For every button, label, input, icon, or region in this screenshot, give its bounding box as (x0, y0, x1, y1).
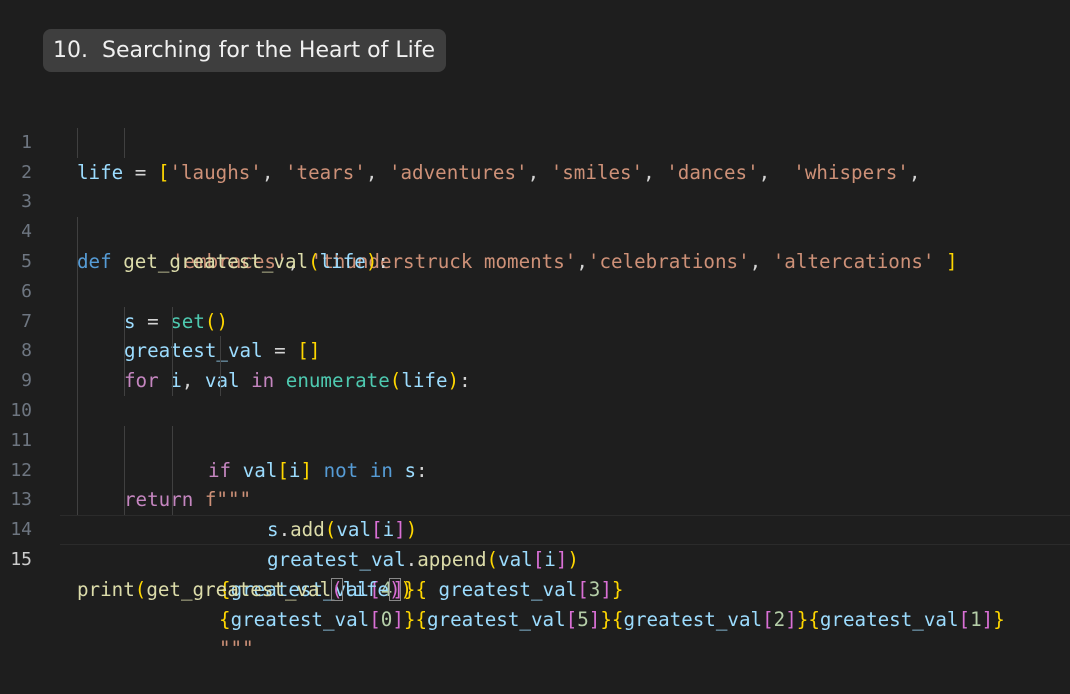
code-line[interactable]: 6 greatest_val = [] (0, 246, 1070, 362)
code-line[interactable]: 14 """ (0, 485, 1070, 660)
bracket-match-highlight: ) (388, 577, 401, 601)
indent-guide (77, 395, 78, 426)
code-text[interactable]: print(get_greatest_val(life)) (77, 575, 412, 605)
indent-guide (172, 455, 173, 486)
code-line[interactable]: 8 if val[i] not in s: (0, 306, 1070, 482)
indent-guide (77, 485, 78, 516)
indent-guide (220, 336, 221, 367)
code-line[interactable]: 5 s = set() (0, 217, 1070, 333)
code-line[interactable]: 12 {greatest_val[4]}{ greatest_val[3]} (0, 425, 1070, 601)
page-title: 10. Searching for the Heart of Life (43, 29, 446, 72)
indent-guide (77, 276, 78, 307)
indent-guide (124, 366, 125, 396)
code-line[interactable]: 11 return f""" (0, 395, 1070, 511)
code-line[interactable]: 10 greatest_val.append(val[i]) (0, 366, 1070, 571)
line-number: 15 (10, 548, 32, 570)
indent-guide (124, 485, 125, 516)
indent-guide (172, 366, 173, 396)
indent-guide (77, 336, 78, 367)
indent-guide (172, 336, 173, 367)
indent-guide (124, 455, 125, 486)
code-line[interactable]: 4 def get_greatest_val(life): (0, 187, 1070, 273)
indent-guide (77, 425, 78, 456)
indent-guide (124, 425, 125, 456)
indent-guide (77, 366, 78, 396)
code-text[interactable]: {greatest_val[0]}{greatest_val[5]}{great… (219, 605, 1005, 635)
code-text[interactable]: """ (219, 634, 254, 664)
indent-guide (124, 306, 125, 337)
indent-guide (220, 366, 221, 396)
indent-guide (124, 336, 125, 367)
indent-guide (77, 246, 78, 277)
bracket-match-highlight: ( (331, 577, 343, 601)
code-line[interactable]: 3 (0, 158, 1070, 212)
code-line[interactable]: 9 s.add(val[i]) (0, 336, 1070, 541)
code-text[interactable]: greatest_val.append(val[i]) (267, 545, 579, 575)
code-line[interactable]: 1 life = ['laughs', 'tears', 'adventures… (0, 98, 1070, 184)
code-line[interactable]: 2 'embraces', 'thunderstruck moments','c… (0, 127, 1070, 273)
indent-guide (124, 127, 125, 158)
code-line-current[interactable]: 15 print(get_greatest_val(life)) (0, 515, 1070, 601)
indent-guide (77, 127, 78, 158)
indent-guide (77, 455, 78, 486)
indent-guide (172, 306, 173, 337)
indent-guide (172, 485, 173, 516)
code-line[interactable]: 7 for i, val in enumerate(life): (0, 276, 1070, 392)
code-line[interactable]: 13 {greatest_val[0]}{greatest_val[5]}{gr… (0, 455, 1070, 631)
indent-guide (77, 306, 78, 337)
indent-guide (172, 425, 173, 456)
indent-guide (77, 217, 78, 247)
code-editor[interactable]: 1 life = ['laughs', 'tears', 'adventures… (0, 98, 1070, 660)
